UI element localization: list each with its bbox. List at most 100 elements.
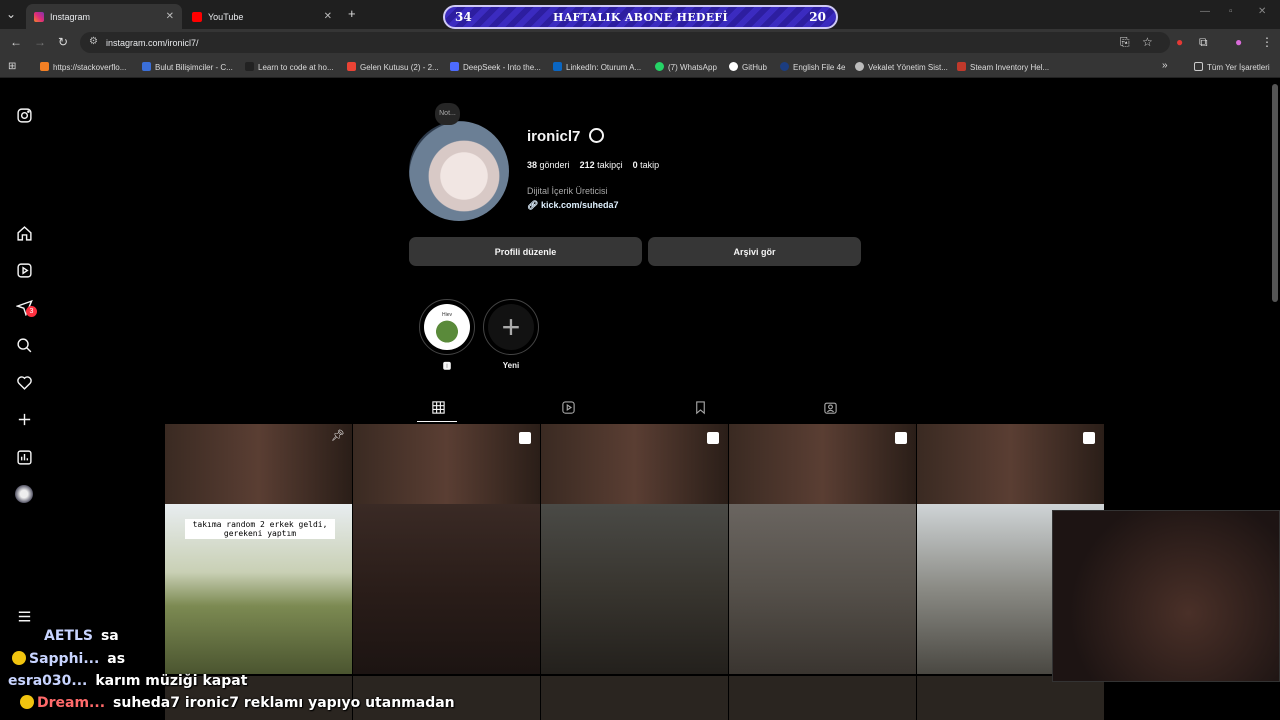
tab-search-icon[interactable]: ⌄ [6,7,16,21]
url-text: instagram.com/ironicl7/ [106,37,199,48]
post-tile[interactable] [729,676,916,720]
settings-icon[interactable] [589,128,604,143]
profile-avatar-icon[interactable] [14,484,34,504]
page-scrollbar[interactable] [1272,84,1278,302]
reel-icon [519,432,531,444]
back-icon[interactable]: ← [10,35,22,49]
bookmark-item[interactable]: Vekalet Yönetim Sist... [855,62,948,72]
new-highlight-label: Yeni [502,361,520,370]
profile-username: ironicl7 [527,128,581,145]
instagram-logo-icon[interactable] [14,105,34,125]
bookmark-item[interactable]: Learn to code at ho... [245,62,334,72]
bookmark-item[interactable]: (7) WhatsApp [655,62,717,72]
address-bar[interactable]: ⚙ instagram.com/ironicl7/ [80,32,1170,53]
webcam-overlay [1052,510,1280,682]
bookmarks-bar: ⊞ https://stackoverflo... Bulut Bilişimc… [0,56,1280,78]
bookmark-item[interactable]: GitHub [729,62,767,72]
bookmark-item[interactable]: English File 4e [780,62,845,72]
tab-instagram[interactable]: Instagram ✕ [26,4,182,29]
tab-tagged-icon[interactable] [823,400,839,416]
post-game-frame [729,504,916,674]
toolbar: ← → ↻ ⚙ instagram.com/ironicl7/ ⎘ ☆ ● ⧉ … [0,29,1280,56]
profile-avatar[interactable] [409,121,509,221]
profile-category: Dijital İçerik Üreticisi [527,186,608,196]
site-info-icon[interactable]: ⚙ [89,36,98,47]
close-tab-icon[interactable]: ✕ [324,11,332,22]
install-app-icon[interactable]: ⎘ [1120,35,1130,50]
profile-avatar-icon[interactable]: ● [1235,35,1242,49]
profile-note[interactable]: Not... [435,103,460,125]
reels-icon[interactable] [14,260,34,280]
post-thumbnail [729,424,916,504]
pinned-icon: 📌︎ [331,430,345,442]
menu-dots-icon[interactable]: ⋮ [1261,35,1273,49]
post-tile[interactable] [541,424,728,674]
bookmark-item[interactable]: Steam Inventory Hel... [957,62,1049,72]
apps-grid-icon[interactable]: ⊞ [8,61,16,72]
posts-stat: 38 gönderi [527,160,570,170]
close-tab-icon[interactable]: ✕ [166,11,174,22]
post-tile[interactable] [917,676,1104,720]
more-bookmarks-icon[interactable]: » [1162,60,1168,71]
maximize-icon[interactable]: ▫ [1229,6,1233,17]
post-thumbnail [353,424,540,504]
bookmark-item[interactable]: LinkedIn: Oturum A... [553,62,641,72]
bookmark-item[interactable]: Gelen Kutusu (2) - 2... [347,62,439,72]
active-tab-indicator [417,421,457,422]
post-caption-overlay: takıma random 2 erkek geldi, gerekeni ya… [185,519,335,539]
view-archive-button[interactable]: Arşivi gör [648,237,861,266]
subscriber-goal-bar: 34 HAFTALIK ABONE HEDEFİ 20 [443,5,838,29]
post-tile[interactable] [353,424,540,674]
profile-stats: 38 gönderi 212 takipçi 0 takip [527,160,659,170]
reel-icon [707,432,719,444]
notifications-heart-icon[interactable] [14,372,34,392]
instagram-sidebar [0,80,50,720]
all-bookmarks-folder[interactable]: Tüm Yer İşaretleri [1194,62,1270,72]
dashboard-icon[interactable] [14,447,34,467]
bookmark-star-icon[interactable]: ☆ [1142,35,1153,49]
edit-profile-button[interactable]: Profili düzenle [409,237,642,266]
bookmark-item[interactable]: DeepSeek - Into the... [450,62,541,72]
goal-title: HAFTALIK ABONE HEDEFİ [553,10,728,24]
followers-stat[interactable]: 212 takipçi [580,160,623,170]
link-icon: 🔗︎ [527,200,541,210]
following-stat[interactable]: 0 takip [633,160,660,170]
highlight-item[interactable]: Hiev [419,299,475,355]
post-thumbnail [917,424,1104,504]
post-tile[interactable] [729,424,916,674]
post-thumbnail [541,424,728,504]
tab-posts-grid-icon[interactable] [431,400,447,416]
highlight-label: 🅸 [443,362,451,371]
extensions-puzzle-icon[interactable]: ⧉ [1199,35,1208,50]
bookmark-item[interactable]: Bulut Bilişimciler - C... [142,62,233,72]
badge-icon [20,695,34,709]
chat-message: Sapphi... as [12,651,125,667]
forward-icon[interactable]: → [34,35,46,49]
tab-youtube[interactable]: YouTube ✕ [184,4,340,29]
youtube-favicon-icon [192,11,202,22]
reload-icon[interactable]: ↻ [58,35,68,49]
chat-message: esra030... karım müziği kapat [8,673,248,689]
messages-badge: 3 [26,306,37,317]
badge-icon [12,651,26,665]
bookmark-item[interactable]: https://stackoverflo... [40,62,126,72]
more-menu-icon[interactable] [14,606,34,626]
tab-saved-icon[interactable] [693,400,709,416]
post-game-frame [353,504,540,674]
home-icon[interactable] [14,223,34,243]
post-tile[interactable]: takıma random 2 erkek geldi, gerekeni ya… [165,424,352,674]
new-tab-icon[interactable]: + [348,6,356,21]
tab-title: YouTube [208,11,244,22]
minimize-icon[interactable]: — [1200,6,1210,17]
goal-right-value: 20 [809,10,826,24]
close-window-icon[interactable]: ✕ [1258,6,1266,17]
new-highlight-button[interactable]: + [483,299,539,355]
extension-icon[interactable]: ● [1176,35,1183,49]
search-icon[interactable] [14,335,34,355]
reel-icon [1083,432,1095,444]
create-icon[interactable] [14,409,34,429]
tab-reels-icon[interactable] [561,400,577,416]
chat-message: AETLS sa [44,628,119,644]
profile-link[interactable]: 🔗︎ kick.com/suheda7 [527,200,618,211]
post-tile[interactable] [541,676,728,720]
